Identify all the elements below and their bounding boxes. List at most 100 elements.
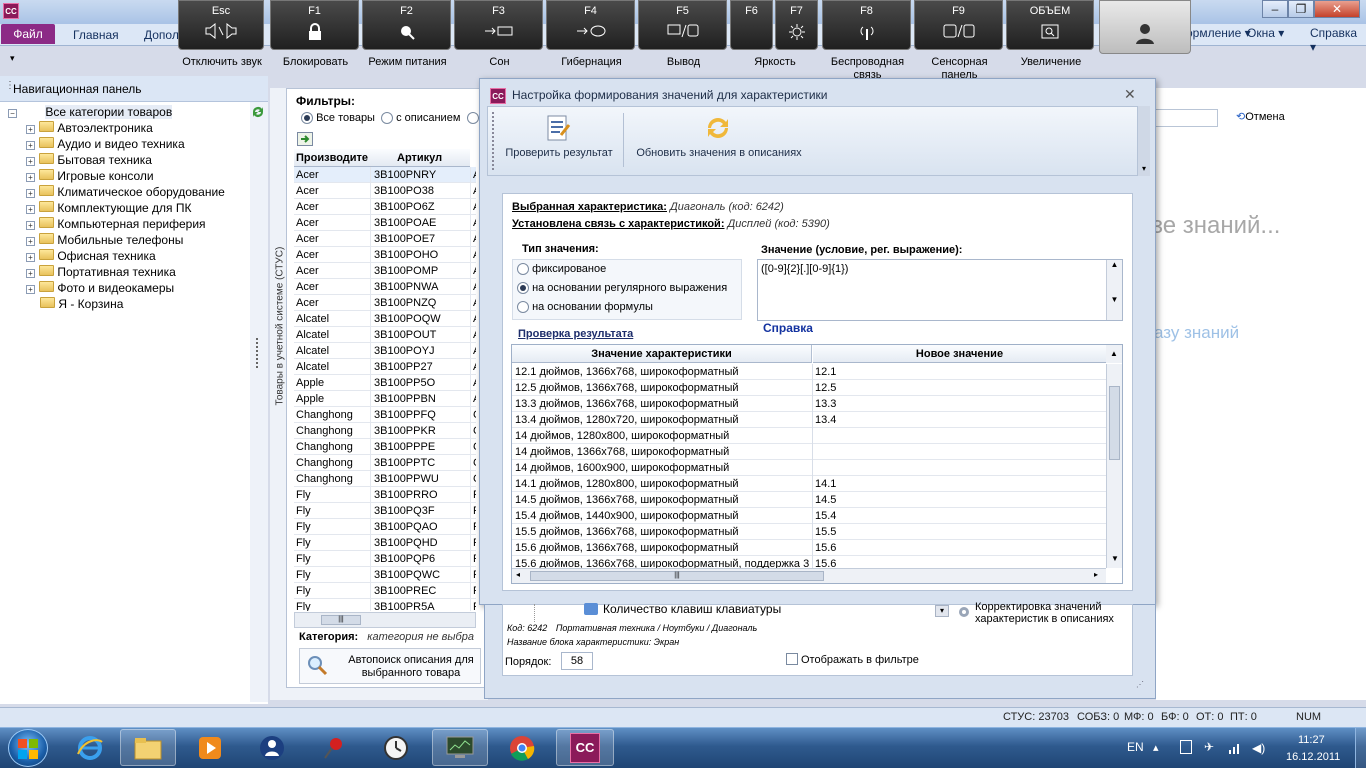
result-row[interactable]: 14 дюймов, 1366x768, широкоформатный (512, 444, 1106, 460)
tree-item[interactable]: + Автоэлектроника (8, 120, 248, 136)
taskbar-user-app[interactable] (244, 729, 300, 766)
taskbar-explorer[interactable] (120, 729, 176, 766)
table-row[interactable]: Fly 3B100PQWC F (294, 567, 476, 583)
autosearch-button[interactable]: Автопоиск описания для выбранного товара (299, 648, 481, 684)
expand-icon[interactable]: + (26, 141, 35, 150)
expand-icon[interactable]: + (26, 125, 35, 134)
table-row[interactable]: Changhong 3B100PPWU C (294, 471, 476, 487)
result-vscrollbar[interactable]: ▼ (1106, 364, 1122, 568)
quick-access-dropdown[interactable]: ▾ (10, 53, 15, 64)
expand-icon[interactable]: + (26, 285, 35, 294)
update-values-button[interactable]: Обновить значения в описаниях (628, 110, 810, 170)
table-row[interactable]: Fly 3B100PRRO F (294, 487, 476, 503)
cancel-button[interactable]: ⟲Отмена (1236, 110, 1285, 123)
table-row[interactable]: Fly 3B100PQ3F F (294, 503, 476, 519)
tab-windows[interactable]: Окна ▾ (1247, 26, 1284, 40)
knowledge-base-link[interactable]: азу знаний (1154, 323, 1239, 343)
taskbar-media[interactable] (182, 729, 238, 766)
show-in-filter-checkbox[interactable] (786, 653, 798, 665)
table-row[interactable]: Acer 3B100PO38 A (294, 183, 476, 199)
taskbar-monitor-app[interactable] (432, 729, 488, 766)
table-row[interactable]: Acer 3B100POE7 A (294, 231, 476, 247)
tree-item[interactable]: + Мобильные телефоны (8, 232, 248, 248)
expand-icon[interactable]: + (26, 253, 35, 262)
panel-splitter[interactable] (250, 102, 268, 702)
table-row[interactable]: Apple 3B100PP5O A (294, 375, 476, 391)
tab-file[interactable]: Файл (1, 24, 55, 44)
help-link[interactable]: Справка (763, 321, 813, 335)
result-row[interactable]: 12.5 дюймов, 1366x768, широкоформатный 12… (512, 380, 1106, 396)
table-row[interactable]: Fly 3B100PQHD F (294, 535, 476, 551)
col-characteristic-value[interactable]: Значение характеристики (512, 345, 812, 363)
taskbar-clock-app[interactable] (368, 729, 424, 766)
value-type-option[interactable]: на основании регулярного выражения (513, 279, 741, 298)
table-row[interactable]: Changhong 3B100PPKR C (294, 423, 476, 439)
value-type-option[interactable]: фиксированое (513, 260, 741, 279)
tree-item[interactable]: Я - Корзина (8, 296, 248, 312)
dialog-close-button[interactable]: ✕ (1124, 86, 1136, 103)
result-row[interactable]: 14.1 дюймов, 1280x800, широкоформатный 14… (512, 476, 1106, 492)
taskbar-cc-app[interactable]: CC (556, 729, 614, 766)
tray-time[interactable]: 11:27 (1298, 734, 1325, 746)
result-row[interactable]: 15.4 дюймов, 1440x900, широкоформатный 15… (512, 508, 1106, 524)
result-row[interactable]: 15.6 дюймов, 1366x768, широкоформатный, … (512, 556, 1106, 568)
tray-device-icon[interactable] (1180, 740, 1192, 754)
app-icon[interactable]: CC (3, 3, 19, 19)
table-row[interactable]: Alcatel 3B100POUT A (294, 327, 476, 343)
table-row[interactable]: Changhong 3B100PPPE C (294, 439, 476, 455)
expand-icon[interactable]: + (26, 205, 35, 214)
col-maker[interactable]: Производите (296, 149, 368, 167)
keys-count-item[interactable]: Количество клавиш клавиатуры (603, 602, 781, 616)
correction-button[interactable]: Корректировка значений характеристик в о… (975, 601, 1125, 625)
table-row[interactable]: Acer 3B100PNRY A (294, 167, 476, 183)
osd-key-4[interactable]: F3 (454, 0, 543, 50)
tray-expand-icon[interactable]: ▴ (1153, 741, 1159, 754)
table-row[interactable]: Acer 3B100PNZQ A (294, 295, 476, 311)
close-window-button[interactable]: ✕ (1314, 0, 1360, 18)
tree-item[interactable]: + Компьютерная периферия (8, 216, 248, 232)
expression-scrollbar[interactable]: ▲ ▼ (1106, 260, 1122, 320)
taskbar-chrome[interactable] (494, 729, 550, 766)
refresh-icon[interactable] (250, 104, 266, 120)
value-type-radio[interactable] (517, 282, 529, 295)
tree-item[interactable]: + Бытовая техника (8, 152, 248, 168)
expand-icon[interactable]: + (26, 237, 35, 246)
show-desktop-button[interactable] (1355, 728, 1366, 768)
osd-key-1[interactable]: Esc (178, 0, 264, 50)
taskbar-ie[interactable] (62, 729, 118, 766)
filter-desc-radio[interactable] (381, 112, 394, 125)
tree-item[interactable]: + Игровые консоли (8, 168, 248, 184)
tab-design[interactable]: ормление ▾ (1186, 26, 1251, 40)
expand-icon[interactable]: + (26, 269, 35, 278)
tray-volume-icon[interactable]: ◀) (1252, 741, 1265, 755)
value-type-option[interactable]: на основании формулы (513, 298, 741, 317)
result-row[interactable]: 14 дюймов, 1600x900, широкоформатный (512, 460, 1106, 476)
result-row[interactable]: 12.1 дюймов, 1366x768, широкоформатный 12… (512, 364, 1106, 380)
value-expression-input[interactable]: ([0-9]{2}[.][0-9]{1}) ▲ ▼ (757, 259, 1123, 321)
result-row[interactable]: 15.6 дюймов, 1366x768, широкоформатный 15… (512, 540, 1106, 556)
osd-key-5[interactable]: F4 (546, 0, 635, 50)
result-hscrollbar[interactable]: ◂ ||| ▸ (512, 568, 1106, 583)
tab-home[interactable]: Главная (73, 28, 119, 42)
table-row[interactable]: Fly 3B100PQP6 F (294, 551, 476, 567)
table-row[interactable]: Acer 3B100PO6Z A (294, 199, 476, 215)
osd-key-7[interactable]: F6 (730, 0, 773, 50)
splitter-grip[interactable] (256, 338, 260, 368)
correction-dropdown[interactable]: ▾ (935, 605, 949, 617)
expand-icon[interactable]: + (26, 157, 35, 166)
tree-item[interactable]: + Климатическое оборудование (8, 184, 248, 200)
table-row[interactable]: Acer 3B100PNWA A (294, 279, 476, 295)
export-icon[interactable] (297, 132, 313, 146)
table-row[interactable]: Changhong 3B100PPTC C (294, 455, 476, 471)
table-row[interactable]: Apple 3B100PPBN A (294, 391, 476, 407)
tab-help[interactable]: Справка ▾ (1310, 26, 1366, 54)
tree-item[interactable]: + Портативная техника (8, 264, 248, 280)
col-new-value[interactable]: Новое значение (813, 345, 1106, 363)
result-row[interactable]: 13.4 дюймов, 1280x720, широкоформатный 13… (512, 412, 1106, 428)
minimize-button[interactable]: – (1262, 0, 1288, 18)
table-row[interactable]: Fly 3B100PQAO F (294, 519, 476, 535)
result-row[interactable]: 15.5 дюймов, 1366x768, широкоформатный 15… (512, 524, 1106, 540)
tray-flag-icon[interactable]: ✈ (1204, 740, 1214, 754)
col-article[interactable]: Артикул (397, 149, 442, 167)
language-indicator[interactable]: EN (1127, 740, 1144, 754)
